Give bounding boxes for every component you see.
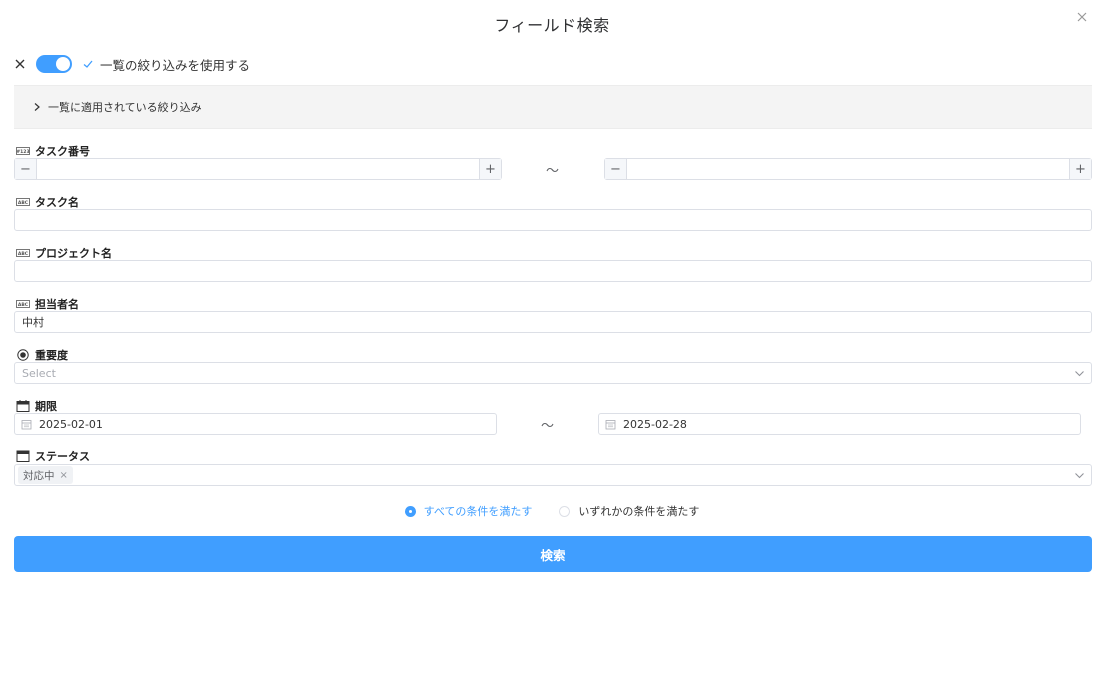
- range-separator: ～: [546, 164, 560, 179]
- status-tag-label: 対応中: [23, 469, 55, 482]
- task-number-from-input[interactable]: [37, 159, 479, 179]
- search-button[interactable]: 検索: [14, 536, 1092, 572]
- tag-close-icon[interactable]: ×: [60, 470, 68, 481]
- chevron-down-icon: [1075, 473, 1084, 479]
- priority-label: 重要度: [16, 348, 68, 362]
- assignee-input[interactable]: 中村: [14, 311, 1092, 333]
- due-date-to-value: 2025-02-28: [623, 417, 687, 431]
- task-number-text: タスク番号: [35, 145, 90, 158]
- switch-knob: [56, 57, 70, 71]
- task-number-to: − +: [604, 158, 1092, 180]
- task-number-from: − +: [14, 158, 502, 180]
- task-number-label: #123 タスク番号: [16, 144, 90, 158]
- match-any-radio[interactable]: いずれかの条件を満たす: [559, 503, 699, 519]
- applied-filters-collapse[interactable]: 一覧に適用されている絞り込み: [14, 85, 1092, 129]
- due-date-label: 期限: [16, 399, 57, 413]
- match-all-label: すべての条件を満たす: [423, 505, 533, 518]
- due-date-to-input[interactable]: 2025-02-28: [598, 413, 1081, 435]
- svg-text:ABC: ABC: [18, 251, 29, 257]
- decrement-button[interactable]: −: [15, 159, 37, 179]
- text-field-icon: ABC: [16, 247, 30, 259]
- priority-text: 重要度: [35, 349, 68, 362]
- applied-filters-label: 一覧に適用されている絞り込み: [48, 101, 202, 114]
- status-label: ステータス: [16, 449, 90, 463]
- clear-icon[interactable]: [14, 58, 26, 70]
- match-any-label: いずれかの条件を満たす: [578, 505, 700, 518]
- assignee-label: ABC 担当者名: [16, 297, 79, 311]
- increment-button[interactable]: +: [1069, 159, 1091, 179]
- decrement-button[interactable]: −: [605, 159, 627, 179]
- calendar-field-icon: [16, 400, 30, 412]
- task-number-to-input[interactable]: [627, 159, 1069, 179]
- calendar-icon: [605, 419, 616, 429]
- status-select[interactable]: 対応中 ×: [14, 464, 1092, 486]
- text-field-icon: ABC: [16, 298, 30, 310]
- due-date-from-value: 2025-02-01: [39, 417, 103, 431]
- due-date-text: 期限: [35, 400, 57, 413]
- task-name-input[interactable]: [14, 209, 1092, 231]
- calendar-icon: [21, 419, 32, 429]
- due-date-from-input[interactable]: 2025-02-01: [14, 413, 497, 435]
- status-tag: 対応中 ×: [18, 466, 73, 484]
- use-filter-switch[interactable]: [36, 55, 72, 73]
- radio-unchecked-icon: [559, 505, 571, 517]
- svg-text:ABC: ABC: [18, 302, 29, 308]
- status-text: ステータス: [35, 450, 90, 463]
- close-icon[interactable]: [1074, 9, 1090, 25]
- number-field-icon: #123: [16, 145, 30, 157]
- priority-placeholder: Select: [22, 366, 56, 380]
- use-filter-label: 一覧の絞り込みを使用する: [100, 57, 251, 73]
- filter-toggle-row: 一覧の絞り込みを使用する: [14, 54, 250, 74]
- assignee-text: 担当者名: [35, 298, 79, 311]
- svg-text:#123: #123: [16, 149, 29, 155]
- dialog-title: フィールド検索: [494, 16, 610, 35]
- match-all-radio[interactable]: すべての条件を満たす: [404, 503, 533, 519]
- radio-field-icon: [16, 349, 30, 361]
- range-separator: ～: [541, 419, 555, 434]
- project-name-text: プロジェクト名: [35, 247, 112, 260]
- radio-checked-icon: [404, 505, 416, 517]
- chevron-down-icon: [1075, 371, 1084, 377]
- svg-text:ABC: ABC: [18, 200, 29, 206]
- chevron-right-icon: [34, 103, 40, 111]
- text-field-icon: ABC: [16, 196, 30, 208]
- priority-select[interactable]: Select: [14, 362, 1092, 384]
- match-mode-group: すべての条件を満たす いずれかの条件を満たす: [0, 503, 1104, 519]
- task-name-label: ABC タスク名: [16, 195, 79, 209]
- increment-button[interactable]: +: [479, 159, 501, 179]
- project-name-label: ABC プロジェクト名: [16, 246, 112, 260]
- project-name-input[interactable]: [14, 260, 1092, 282]
- task-name-text: タスク名: [35, 196, 79, 209]
- select-field-icon: [16, 450, 30, 462]
- check-icon: [83, 60, 93, 68]
